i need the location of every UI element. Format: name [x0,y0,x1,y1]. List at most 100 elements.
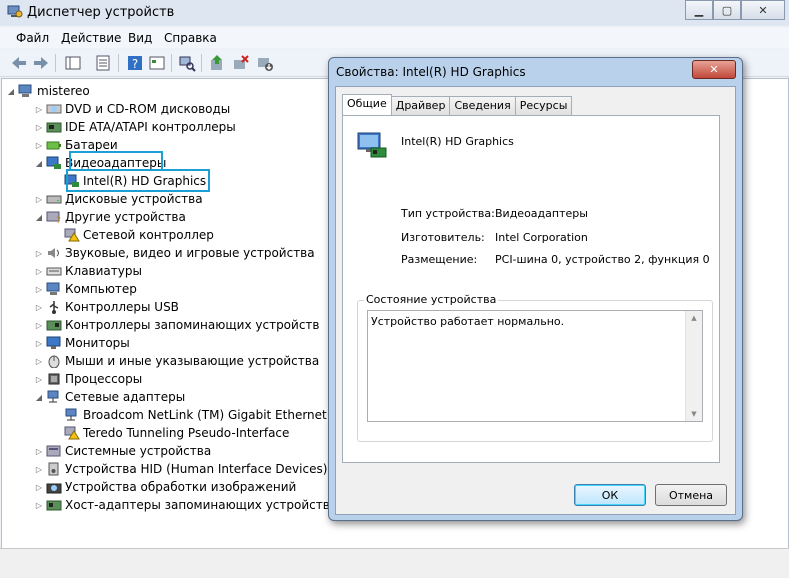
maximize-button[interactable]: ▢ [713,0,741,20]
status-scrollbar[interactable]: ▲ ▼ [685,311,702,421]
tree-item-label: Устройства обработки изображений [65,480,297,494]
tree-root[interactable]: ◢ mistereo [6,82,90,100]
tree-item-label: Teredo Tunneling Pseudo-Interface [83,426,290,440]
help-icon[interactable]: ? [126,54,144,72]
battery-icon [46,141,61,150]
tree-device-item[interactable]: Broadcom NetLink (TM) Gigabit Ethernet [52,406,327,424]
tree-item-label: Другие устройства [65,210,186,224]
tree-item-label: Контроллеры USB [65,300,179,314]
scroll-up-icon[interactable]: ▲ [686,311,702,325]
tree-category-item[interactable]: ▷ Контроллеры запоминающих устройств [34,316,320,334]
tree-category-item[interactable]: ▷ Клавиатуры [34,262,142,280]
properties-dialog: Свойства: Intel(R) HD Graphics ✕ Общие Д… [328,57,743,521]
tree-category-item[interactable]: ▷ Дисковые устройства [34,190,203,208]
expand-arrow-icon[interactable]: ▷ [34,123,44,132]
menu-view[interactable]: Вид [128,31,152,45]
tree-category-item[interactable]: ◢? Другие устройства [34,208,186,226]
tab-driver[interactable]: Драйвер [390,96,451,115]
tree-device-item[interactable]: Сетевой контроллер [52,226,214,244]
tree-category-item[interactable]: ▷ Устройства обработки изображений [34,478,296,496]
usb-icon [49,301,59,314]
tab-details[interactable]: Сведения [449,96,516,115]
expand-arrow-icon[interactable]: ▷ [34,285,44,294]
dialog-body: Общие Драйвер Сведения Ресурсы Intel(R) … [335,86,736,515]
dialog-close-button[interactable]: ✕ [692,60,736,79]
tree-category-item[interactable]: ▷ Процессоры [34,370,142,388]
expand-arrow-icon[interactable]: ▷ [34,375,44,384]
tree-item-label: Звуковые, видео и игровые устройства [65,246,315,260]
device-status-group: Состояние устройства Устройство работает… [357,293,713,442]
dvd-drive-icon [46,104,62,114]
tab-general[interactable]: Общие [342,94,392,115]
warning-device-icon [64,426,80,440]
properties-icon[interactable] [148,54,166,72]
expand-arrow-icon[interactable]: ▷ [34,501,44,510]
tree-category-item[interactable]: ▷ DVD и CD-ROM дисководы [34,100,230,118]
expand-arrow-icon[interactable]: ▷ [34,141,44,150]
tab-resources[interactable]: Ресурсы [514,96,573,115]
expand-arrow-icon[interactable]: ▷ [34,249,44,258]
disable-device-icon[interactable] [256,54,274,72]
tree-category-item[interactable]: ▷ Мыши и иные указывающие устройства [34,352,319,370]
tree-root-label: mistereo [37,84,90,98]
tree-category-item[interactable]: ▷ Компьютер [34,280,137,298]
expand-arrow-icon[interactable]: ▷ [34,267,44,276]
cancel-button[interactable]: Отмена [655,484,727,506]
scan-hardware-icon[interactable] [178,54,196,72]
tree-category-item[interactable]: ▷ IDE ATA/ATAPI контроллеры [34,118,236,136]
tree-item-label: Устройства HID (Human Interface Devices) [65,462,328,476]
ide-controller-icon [46,122,62,133]
properties-sheet-icon[interactable] [94,54,112,72]
show-hide-tree-icon[interactable] [64,54,82,72]
tree-category-item[interactable]: ▷ Звуковые, видео и игровые устройства [34,244,315,262]
tree-category-item[interactable]: ▷ Мониторы [34,334,130,352]
general-tab-panel: Intel(R) HD Graphics Тип устройства: Вид… [342,115,720,463]
scroll-down-icon[interactable]: ▼ [686,407,702,421]
tree-item-label: Компьютер [65,282,137,296]
collapse-arrow-icon[interactable]: ◢ [6,87,16,96]
collapse-arrow-icon[interactable]: ◢ [34,159,44,168]
tree-item-label: Батареи [65,138,118,152]
device-status-textbox[interactable]: Устройство работает нормально. ▲ ▼ [367,310,703,422]
tree-category-item[interactable]: ◢ Сетевые адаптеры [34,388,185,406]
prop-manufacturer-key: Изготовитель: [401,231,485,244]
menu-action[interactable]: Действие [61,31,121,45]
tree-category-item[interactable]: ▷ Хост-адаптеры запоминающих устройств [34,496,330,514]
disk-drive-icon [46,195,62,204]
tree-item-label: Системные устройства [65,444,212,458]
tree-item-label: Хост-адаптеры запоминающих устройств [65,498,330,512]
expand-arrow-icon[interactable]: ▷ [34,483,44,492]
menu-file[interactable]: Файл [16,31,49,45]
collapse-arrow-icon[interactable]: ◢ [34,393,44,402]
tree-item-label: IDE ATA/ATAPI контроллеры [65,120,236,134]
tree-item-label: Дисковые устройства [65,192,203,206]
menu-help[interactable]: Справка [164,31,217,45]
expand-arrow-icon[interactable]: ▷ [34,357,44,366]
tree-item-label: Мониторы [65,336,130,350]
tree-category-item[interactable]: ▷ Устройства HID (Human Interface Devices… [34,460,327,478]
tree-category-item[interactable]: ▷ Контроллеры USB [34,298,179,316]
tree-device-item[interactable]: Teredo Tunneling Pseudo-Interface [52,424,289,442]
prop-type-key: Тип устройства: [401,207,495,220]
close-button[interactable]: ✕ [741,0,785,20]
back-arrow-icon[interactable] [10,54,28,72]
collapse-arrow-icon[interactable]: ◢ [34,213,44,222]
expand-arrow-icon[interactable]: ▷ [34,303,44,312]
expand-arrow-icon[interactable]: ▷ [34,105,44,114]
expand-arrow-icon[interactable]: ▷ [34,321,44,330]
minimize-button[interactable]: ▁ [685,0,713,20]
window-title: Диспетчер устройств [27,5,175,20]
expand-arrow-icon[interactable]: ▷ [34,339,44,348]
update-driver-icon[interactable] [208,54,226,72]
prop-type-value: Видеоадаптеры [495,207,588,220]
highlight-box-category [69,151,163,171]
expand-arrow-icon[interactable]: ▷ [34,447,44,456]
forward-arrow-icon[interactable] [32,54,50,72]
expand-arrow-icon[interactable]: ▷ [34,465,44,474]
uninstall-icon[interactable] [232,54,250,72]
tree-category-item[interactable]: ▷ Системные устройства [34,442,211,460]
expand-arrow-icon[interactable]: ▷ [34,195,44,204]
monitor-icon [46,336,61,349]
tree-item-label: Сетевые адаптеры [65,390,186,404]
ok-button[interactable]: ОК [574,484,646,506]
